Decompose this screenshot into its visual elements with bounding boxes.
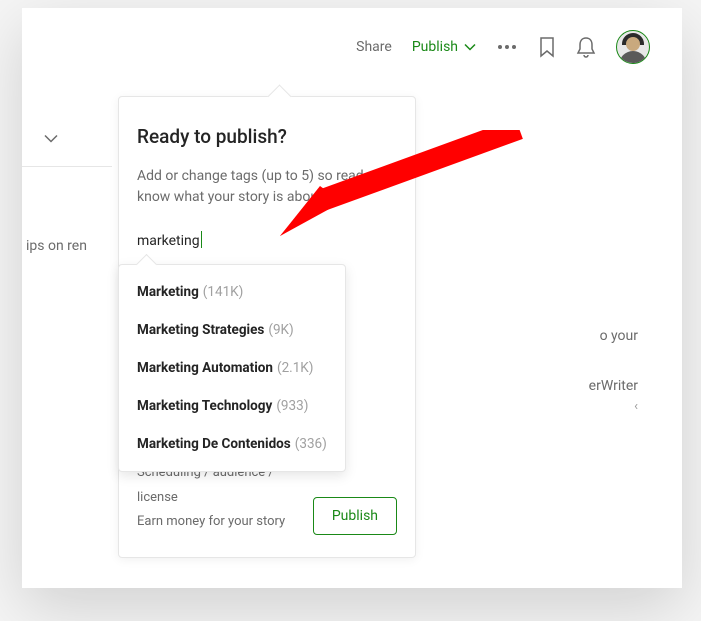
suggestion-name: Marketing Strategies — [137, 322, 264, 338]
suggestion-name: Marketing — [137, 284, 199, 300]
bell-icon[interactable] — [576, 36, 596, 58]
divider — [22, 166, 112, 167]
popover-links: Scheduling / audience / license Earn mon… — [137, 461, 303, 535]
publish-button[interactable]: Publish — [313, 497, 397, 535]
avatar[interactable] — [616, 30, 650, 64]
suggestion-name: Marketing Technology — [137, 398, 272, 414]
bookmark-icon[interactable] — [538, 36, 556, 58]
more-icon[interactable] — [496, 44, 518, 50]
collapse-chevron-icon[interactable] — [44, 128, 58, 147]
suggestion-item[interactable]: Marketing Automation(2.1K) — [119, 349, 345, 387]
suggestion-item[interactable]: Marketing Technology(933) — [119, 387, 345, 425]
top-action-row: Share Publish — [356, 30, 650, 64]
tag-input-wrapper — [137, 230, 397, 251]
story-text-fragment-1: o your — [600, 328, 638, 344]
popover-title: Ready to publish? — [137, 125, 397, 148]
suggestion-name: Marketing Automation — [137, 360, 273, 376]
suggestion-count: (933) — [276, 398, 308, 414]
popover-description: Add or change tags (up to 5) so readers … — [137, 166, 387, 208]
suggestion-count: (141K) — [203, 284, 244, 300]
tag-input[interactable] — [137, 231, 397, 251]
suggestion-count: (9K) — [268, 322, 293, 338]
suggestion-count: (2.1K) — [277, 360, 314, 376]
avatar-body — [619, 51, 647, 64]
earn-money-link[interactable]: Earn money for your story — [137, 510, 303, 535]
publish-dropdown-label: Publish — [412, 39, 458, 55]
tag-suggestions: Marketing(141K) Marketing Strategies(9K)… — [118, 264, 346, 472]
suggestion-item[interactable]: Marketing(141K) — [119, 273, 345, 311]
share-button[interactable]: Share — [356, 39, 392, 55]
suggestion-count: (336) — [295, 436, 327, 452]
suggestion-item[interactable]: Marketing Strategies(9K) — [119, 311, 345, 349]
publish-dropdown[interactable]: Publish — [412, 39, 476, 55]
suggestion-item[interactable]: Marketing De Contenidos(336) — [119, 425, 345, 463]
story-text-fragment-3: ‹ — [634, 399, 638, 414]
app-window: Share Publish ips on ren o your erWriter… — [22, 8, 682, 588]
chevron-down-icon — [464, 43, 476, 51]
story-text-fragment-2: erWriter — [589, 378, 638, 394]
suggestion-name: Marketing De Contenidos — [137, 436, 291, 452]
story-title-fragment: ips on ren — [26, 238, 87, 254]
avatar-head — [626, 37, 640, 51]
